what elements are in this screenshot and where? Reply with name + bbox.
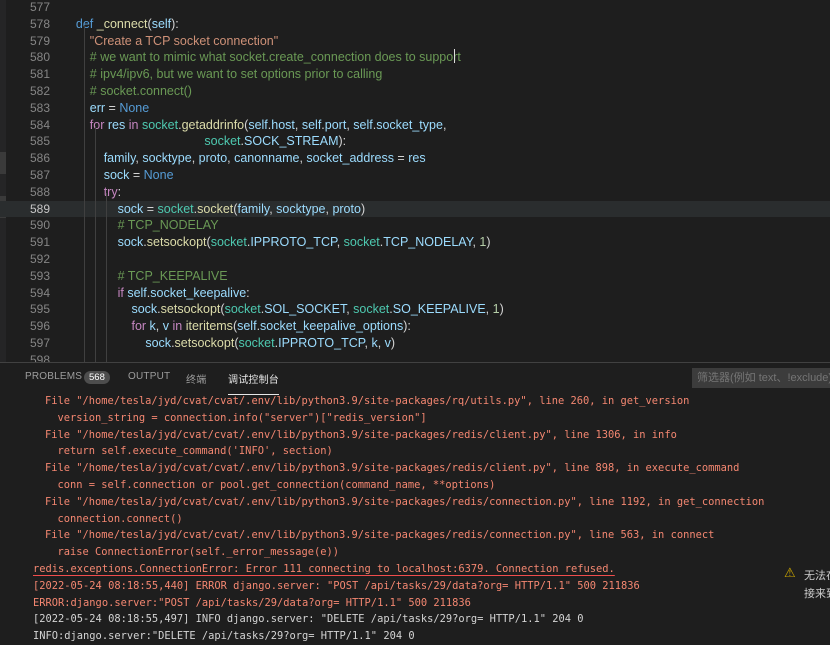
code-text: for res in socket.getaddrinfo(self.host,… [89,117,447,132]
code-text: def _connect(self): [75,16,179,31]
console-line: File "/home/tesla/jyd/cvat/cvat/.env/lib… [45,395,690,407]
code-line[interactable]: 579 "Create a TCP socket connection" [0,33,830,50]
code-line[interactable]: 595 sock.setsockopt(socket.SOL_SOCKET, s… [0,301,830,318]
code-editor[interactable]: 577 578 def _connect(self): 579 "Create a … [0,0,830,362]
code-text: sock.setsockopt(socket.IPPROTO_TCP, sock… [117,235,491,250]
code-line[interactable]: 585 socket.SOCK_STREAM): [0,133,830,150]
code-text: # socket.connect() [89,84,192,98]
code-text: socket.SOCK_STREAM): [204,134,347,149]
console-line: connection.connect() [45,512,183,525]
line-number: 582 [29,84,50,98]
code-line[interactable]: 593 # TCP_KEEPALIVE [0,268,830,285]
code-text: # we want to mimic what socket.create_co… [89,50,461,65]
console-line: File "/home/tesla/jyd/cvat/cvat/.env/lib… [45,462,740,475]
console-line: conn = self.connection or pool.get_conne… [45,479,496,491]
console-line: raise ConnectionError(self._error_messag… [45,546,340,559]
code-text: err = None [89,100,150,115]
code-text: "Create a TCP socket connection" [89,33,279,48]
console-line: File "/home/tesla/jyd/cvat/cvat/.env/lib… [45,428,677,441]
console-line: File "/home/tesla/jyd/cvat/cvat/.env/lib… [45,495,765,508]
code-line[interactable]: 577 [0,0,830,16]
line-number: 590 [29,218,50,233]
notification-text: 接来到 [804,588,830,600]
console-line: version_string = connection.info("server… [45,411,427,424]
indent-guide [95,126,96,362]
line-number: 580 [29,50,50,65]
line-number: 598 [29,352,50,362]
code-line[interactable]: 584 for res in socket.getaddrinfo(self.h… [0,117,830,134]
code-line[interactable]: 590 # TCP_NODELAY [0,217,830,234]
line-number: 584 [29,117,50,132]
line-number: 593 [29,268,50,283]
panel-tabs: PROBLEMS 568 OUTPUT 终端 调试控制台 [0,363,830,395]
code-text: for k, v in iteritems(self.socket_keepal… [131,319,411,334]
code-text: # TCP_KEEPALIVE [117,268,228,283]
code-line[interactable]: 582 # socket.connect() [0,83,830,100]
code-line[interactable]: 580 # we want to mimic what socket.creat… [0,49,830,66]
console-line: [2022-05-24 08:18:55,497] INFO django.se… [33,613,584,626]
code-line[interactable]: 591 sock.setsockopt(socket.IPPROTO_TCP, … [0,234,830,251]
code-line[interactable]: 592 [0,251,830,268]
line-number: 579 [29,33,50,48]
code-text: # ipv4/ipv6, but we want to set options … [89,67,383,82]
indent-guide [106,193,107,362]
code-line[interactable]: 596 for k, v in iteritems(self.socket_ke… [0,318,830,335]
problems-count-badge: 568 [84,371,110,384]
console-line: ERROR:django.server:"POST /api/tasks/29/… [33,596,471,609]
console-line: INFO:django.server:"DELETE /api/tasks/29… [33,630,415,643]
line-number: 596 [29,319,50,334]
notification-text: 无法在 [804,570,830,582]
code-line[interactable]: 583 err = None [0,100,830,117]
console-line: return self.execute_command('INFO', sect… [45,445,333,458]
code-line[interactable]: 594 if self.socket_keepalive: [0,285,830,302]
line-number: 591 [29,235,50,250]
code-text: sock.setsockopt(socket.SOL_SOCKET, socke… [131,302,504,317]
line-number: 589 [29,201,50,216]
code-text: sock.setsockopt(socket.IPPROTO_TCP, k, v… [145,336,396,350]
tab-debug-console[interactable]: 调试控制台 [228,371,279,395]
tab-output[interactable]: OUTPUT [128,371,170,382]
text-cursor-icon [452,49,458,63]
console-line: [2022-05-24 08:18:55,440] ERROR django.s… [33,579,640,592]
code-line[interactable]: 598 [0,352,830,362]
code-text: # TCP_NODELAY [117,218,219,233]
code-text: try: [103,184,122,199]
tab-terminal[interactable]: 终端 [186,371,206,386]
line-number: 581 [29,67,50,82]
line-number: 586 [29,151,50,166]
line-number: 578 [29,16,50,31]
line-number: 597 [29,336,50,350]
line-number: 592 [29,252,50,266]
code-line[interactable]: 587 sock = None [0,167,830,184]
indent-guide [84,25,85,362]
line-number: 585 [29,134,50,149]
warning-icon: ⚠ [784,566,796,581]
line-number: 577 [29,0,50,14]
filter-input[interactable] [692,368,830,388]
line-number: 583 [29,100,50,115]
code-text: sock = socket.socket(family, socktype, p… [117,201,366,216]
code-line[interactable]: 588 try: [0,184,830,201]
code-text: family, socktype, proto, canonname, sock… [103,151,426,166]
bottom-panel: PROBLEMS 568 OUTPUT 终端 调试控制台 File "/home… [0,362,830,645]
line-number: 594 [29,285,50,300]
console-line: File "/home/tesla/jyd/cvat/cvat/.env/lib… [45,529,715,542]
code-line[interactable]: 589 sock = socket.socket(family, socktyp… [0,200,830,218]
line-number: 587 [29,168,50,182]
line-number: 595 [29,302,50,317]
console-line: redis.exceptions.ConnectionError: Error … [33,563,615,575]
line-number: 588 [29,184,50,199]
code-text: if self.socket_keepalive: [117,285,250,300]
code-text: sock = None [103,168,174,182]
code-line[interactable]: 597 sock.setsockopt(socket.IPPROTO_TCP, … [0,335,830,352]
code-line[interactable]: 581 # ipv4/ipv6, but we want to set opti… [0,66,830,83]
code-line[interactable]: 578 def _connect(self): [0,16,830,33]
tab-problems[interactable]: PROBLEMS [25,371,82,382]
code-line[interactable]: 586 family, socktype, proto, canonname, … [0,150,830,167]
